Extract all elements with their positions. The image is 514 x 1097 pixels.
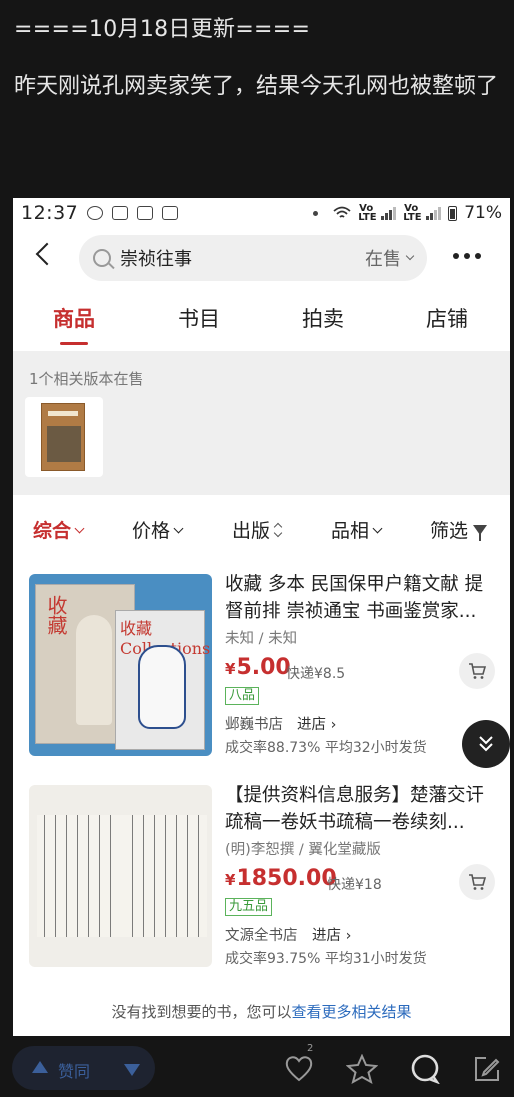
downvote-arrow-icon[interactable]	[124, 1064, 140, 1076]
more-options-icon[interactable]	[453, 253, 481, 259]
sort-condition[interactable]: 品相	[331, 516, 383, 543]
volte-label-2: Vo LTE	[403, 203, 422, 223]
search-input[interactable]: 崇祯往事 在售	[79, 235, 427, 281]
item-grade-badge: 九五品	[225, 898, 273, 916]
dot-icon	[313, 210, 319, 216]
cart-icon	[469, 874, 486, 890]
upvote-button[interactable]: 赞同	[12, 1046, 155, 1090]
item-shop-stats: 成交率88.73% 平均32小时发货	[225, 740, 427, 756]
filter-button[interactable]: 筛选	[430, 516, 488, 543]
item-price: ¥1850.00	[225, 866, 337, 891]
sort-comprehensive[interactable]: 综合	[33, 516, 85, 543]
sort-publish[interactable]: 出版	[232, 516, 283, 543]
add-to-cart-button[interactable]	[459, 653, 495, 689]
signal-icon-1	[381, 206, 397, 220]
enter-shop-link[interactable]: 进店 ›	[297, 713, 336, 734]
sort-order-icon	[273, 522, 283, 538]
filter-label: 筛选	[430, 520, 469, 542]
wechat-icon	[87, 206, 104, 220]
signal-icon-2	[426, 206, 442, 220]
sort-condition-label: 品相	[331, 520, 370, 542]
item-shop-stats: 成交率93.75% 平均31小时发货	[225, 951, 427, 967]
no-result-hint: 没有找到想要的书，您可以查看更多相关结果	[13, 1001, 510, 1022]
gallery-icon	[112, 206, 129, 220]
volte-label-1: Vo LTE	[358, 203, 377, 223]
sale-status-label: 在售	[365, 249, 401, 270]
item-image	[29, 785, 212, 967]
tab-auction[interactable]: 拍卖	[302, 303, 344, 333]
post-paragraph: 昨天刚说孔网卖家笑了，结果今天孔网也被整顿了	[14, 74, 499, 99]
item-title: 收藏 多本 民国保甲户籍文献 提督前排 崇祯通宝 书画鉴赏家...	[225, 574, 484, 622]
list-item[interactable]: 【提供资料信息服务】楚藩交讦疏稿一卷妖书疏稿一卷续刻... (明)李恕撰 / 翼…	[13, 784, 510, 984]
add-to-cart-button[interactable]	[459, 864, 495, 900]
bottom-action-bar: 赞同 2	[0, 1040, 514, 1097]
sort-price-label: 价格	[132, 520, 171, 542]
sort-comprehensive-label: 综合	[33, 520, 72, 542]
search-header: 崇祯往事 在售	[13, 228, 510, 284]
tab-catalog[interactable]: 书目	[178, 303, 220, 333]
tab-goods[interactable]: 商品	[53, 303, 95, 345]
tab-shops[interactable]: 店铺	[426, 303, 468, 333]
battery-icon	[448, 205, 458, 221]
item-author: 未知 / 未知	[225, 631, 298, 647]
item-title: 【提供资料信息服务】楚藩交讦疏稿一卷妖书疏稿一卷续刻...	[225, 785, 485, 833]
chevron-down-icon	[74, 523, 85, 533]
post-update-line: ====10月18日更新====	[14, 17, 311, 42]
like-count: 2	[307, 1043, 314, 1054]
embedded-screenshot: 12:37 Vo LTE Vo LTE 71% 崇祯往事 在售 商品 书目 拍卖…	[13, 198, 510, 1036]
item-shop: 文源全书店	[225, 928, 298, 944]
like-heart-icon[interactable]	[284, 1054, 314, 1086]
more-results-link[interactable]: 查看更多相关结果	[292, 1003, 412, 1021]
sort-publish-label: 出版	[232, 520, 271, 542]
chevron-down-icon	[173, 523, 184, 533]
filter-icon	[473, 524, 488, 541]
translate-icon	[137, 206, 154, 220]
search-query: 崇祯往事	[120, 249, 192, 270]
sort-price[interactable]: 价格	[132, 516, 184, 543]
item-price: ¥5.00	[225, 655, 291, 680]
scroll-down-button[interactable]	[462, 720, 510, 768]
enter-shop-link[interactable]: 进店 ›	[312, 924, 351, 945]
edit-icon[interactable]	[472, 1054, 502, 1088]
battery-level: 71%	[464, 203, 502, 223]
related-editions: 1个相关版本在售	[13, 351, 510, 495]
item-shop: 邺巍书店	[225, 717, 283, 733]
chevron-down-icon	[372, 523, 383, 533]
notification-icons	[87, 206, 179, 220]
no-result-text: 没有找到想要的书，您可以	[111, 1003, 292, 1021]
favorite-star-icon[interactable]	[345, 1053, 379, 1088]
list-item[interactable]: 收藏 收藏Collections 收藏 多本 民国保甲户籍文献 提督前排 崇祯通…	[13, 573, 510, 773]
search-icon	[93, 249, 111, 267]
post-text: ====10月18日更新==== 昨天刚说孔网卖家笑了，结果今天孔网也被整顿了	[14, 14, 504, 102]
edition-book-thumbnail[interactable]	[25, 397, 103, 477]
sale-status-dropdown[interactable]: 在售	[365, 245, 415, 271]
upvote-arrow-icon	[32, 1061, 48, 1073]
comment-icon[interactable]	[409, 1054, 441, 1088]
item-shipping: 快递¥8.5	[286, 666, 346, 682]
related-editions-label: 1个相关版本在售	[29, 370, 144, 388]
item-grade-badge: 八品	[225, 687, 260, 705]
double-chevron-down-icon	[479, 736, 493, 752]
sim-icon	[162, 206, 179, 220]
cart-icon	[469, 663, 486, 679]
item-shipping: 快递¥18	[327, 877, 382, 893]
status-bar: 12:37 Vo LTE Vo LTE 71%	[13, 198, 510, 228]
status-time: 12:37	[21, 202, 79, 224]
item-image: 收藏 收藏Collections	[29, 574, 212, 756]
chevron-down-icon	[405, 251, 415, 261]
back-arrow-icon[interactable]	[35, 242, 59, 266]
upvote-label: 赞同	[58, 1062, 91, 1081]
item-author: (明)李恕撰 / 翼化堂藏版	[225, 842, 381, 858]
wifi-icon	[333, 206, 351, 218]
